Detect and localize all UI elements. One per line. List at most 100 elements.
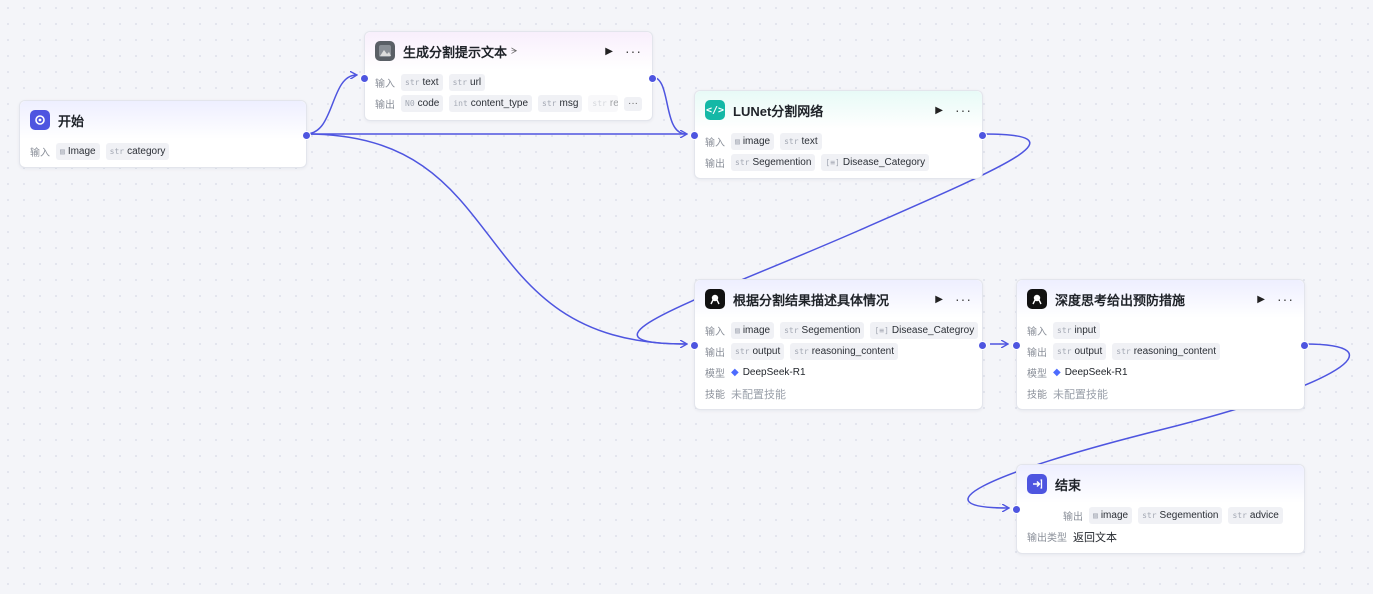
output-label: 输出 [1063,512,1083,523]
var-tag: str text [780,133,822,150]
var-tag: str url [448,74,486,91]
prompt-output-row: 输出 N0code intcontent_type strmsg strres … [375,93,642,114]
llm-icon [705,289,725,309]
prevent-node-title: 深度思考给出预防措施 [1055,292,1186,308]
llm-icon [1027,289,1047,309]
end-icon [1027,474,1047,494]
deepseek-icon: ◆ [731,367,739,378]
describe-node-header: 根据分割结果描述具体情况 ▶ ··· [695,280,982,318]
lunet-output-port[interactable] [978,131,987,140]
describe-node-title: 根据分割结果描述具体情况 [733,292,890,308]
prompt-input-port[interactable] [360,74,369,83]
var-tag: [≡] Disease_Category [821,154,930,171]
describe-input-port[interactable] [690,341,699,350]
var-tag: ▨ image [1089,507,1133,524]
array-type-icon: [≡] [825,158,840,167]
prevent-model-row: 模型 ◆ DeepSeek-R1 [1027,362,1294,383]
start-icon [30,110,50,130]
prevent-input-port[interactable] [1012,341,1021,350]
end-node-header: 结束 [1017,465,1304,503]
lunet-output-row: 输出 str Segemention [≡] Disease_Category [705,152,972,173]
var-tag: ▨ Image [56,143,100,160]
skill-value: 未配置技能 [1053,388,1108,401]
edge-start-to-describe [305,133,686,344]
model-label: 模型 [1027,369,1047,380]
describe-output-port[interactable] [978,341,987,350]
skill-label: 技能 [705,390,725,401]
skill-label: 技能 [1027,390,1047,401]
run-button[interactable]: ▶ [605,46,613,57]
prevent-node[interactable]: 深度思考给出预防措施 ▶ ··· 输入 str input 输出 str outpu… [1012,279,1309,410]
output-type-label: 输出类型 [1027,533,1067,544]
more-button[interactable]: ··· [955,291,972,307]
model-name: DeepSeek-R1 [1064,367,1128,378]
output-label: 输出 [375,100,395,111]
var-tag: str output [1053,343,1107,360]
var-tag: str reasoning_content [790,343,899,360]
deepseek-icon: ◆ [1053,367,1061,378]
prompt-input-row: 输入 str text str url [375,72,642,93]
end-node[interactable]: 结束 输出 ▨ image str Segemention str advice 输出… [1012,464,1305,554]
describe-model-row: 模型 ◆ DeepSeek-R1 [705,362,972,383]
prompt-node-header: 生成分割提示文本 ᗒ ▶ ··· [365,32,652,70]
lunet-node[interactable]: </> LUNet分割网络 ▶ ··· 输入 ▨ image str text 输出… [690,90,987,179]
end-input-port[interactable] [1012,505,1021,514]
lunet-node-title: LUNet分割网络 [733,103,824,119]
more-button[interactable]: ··· [625,43,642,59]
more-button[interactable]: ··· [1277,291,1294,307]
model-name: DeepSeek-R1 [742,367,806,378]
run-button[interactable]: ▶ [1257,294,1265,305]
prompt-node[interactable]: 生成分割提示文本 ᗒ ▶ ··· 输入 str text str url 输出 N0… [360,31,657,121]
more-button[interactable]: ··· [955,102,972,118]
output-type-value: 返回文本 [1073,531,1117,544]
prevent-input-row: 输入 str input [1027,320,1294,341]
var-tag: ▨ image [731,133,775,150]
prevent-output-row: 输出 str output str reasoning_content [1027,341,1294,362]
describe-skill-row: 技能 未配置技能 [705,383,972,404]
lunet-input-row: 输入 ▨ image str text [705,131,972,152]
end-output-type-row: 输出类型 返回文本 [1027,526,1294,547]
array-type-icon: [≡] [874,326,889,335]
prompt-node-title: 生成分割提示文本 [403,44,508,60]
end-node-title: 结束 [1055,477,1082,493]
edge-start-to-prompt [305,75,356,135]
input-label: 输入 [375,79,395,90]
var-tag: str input [1053,322,1101,339]
var-tag: [≡] Disease_Categroy [870,322,979,339]
end-output-row: 输出 ▨ image str Segemention str advice [1027,505,1294,526]
var-tag: N0 code [401,95,444,112]
output-label: 输出 [705,348,725,359]
input-label: 输入 [705,327,725,338]
start-node[interactable]: 开始 输入 ▨ Image str category [19,100,311,168]
input-label: 输入 [30,148,50,159]
prompt-output-port[interactable] [648,74,657,83]
prevent-output-port[interactable] [1300,341,1309,350]
var-tag: str Segemention [780,322,865,339]
image-type-icon: ▨ [1093,511,1098,520]
var-tag: ▨ image [731,322,775,339]
lunet-input-port[interactable] [690,131,699,140]
input-label: 输入 [705,138,725,149]
var-tag: str text [401,74,443,91]
describe-input-row: 输入 ▨ image str Segemention [≡] Disease_Cate… [705,320,979,341]
image-type-icon: ▨ [60,147,65,156]
run-button[interactable]: ▶ [935,294,943,305]
var-tag: str msg [538,95,583,112]
output-label: 输出 [705,159,725,170]
more-outputs-button[interactable]: ··· [624,96,642,111]
var-tag: str category [105,143,170,160]
var-tag: str output [731,343,785,360]
describe-node[interactable]: 根据分割结果描述具体情况 ▶ ··· 输入 ▨ image str Segement… [690,279,987,410]
input-label: 输入 [1027,327,1047,338]
plugin-badge-icon: ᗒ [511,45,518,56]
edge-prompt-to-lunet [651,76,687,135]
start-input-row: 输入 ▨ Image str category [30,141,296,162]
output-label: 输出 [1027,348,1047,359]
start-output-port[interactable] [302,131,311,140]
describe-output-row: 输出 str output str reasoning_content [705,341,972,362]
start-node-header: 开始 [20,101,306,139]
image-type-icon: ▨ [735,137,740,146]
run-button[interactable]: ▶ [935,105,943,116]
var-tag: int content_type [449,95,533,112]
prevent-skill-row: 技能 未配置技能 [1027,383,1294,404]
